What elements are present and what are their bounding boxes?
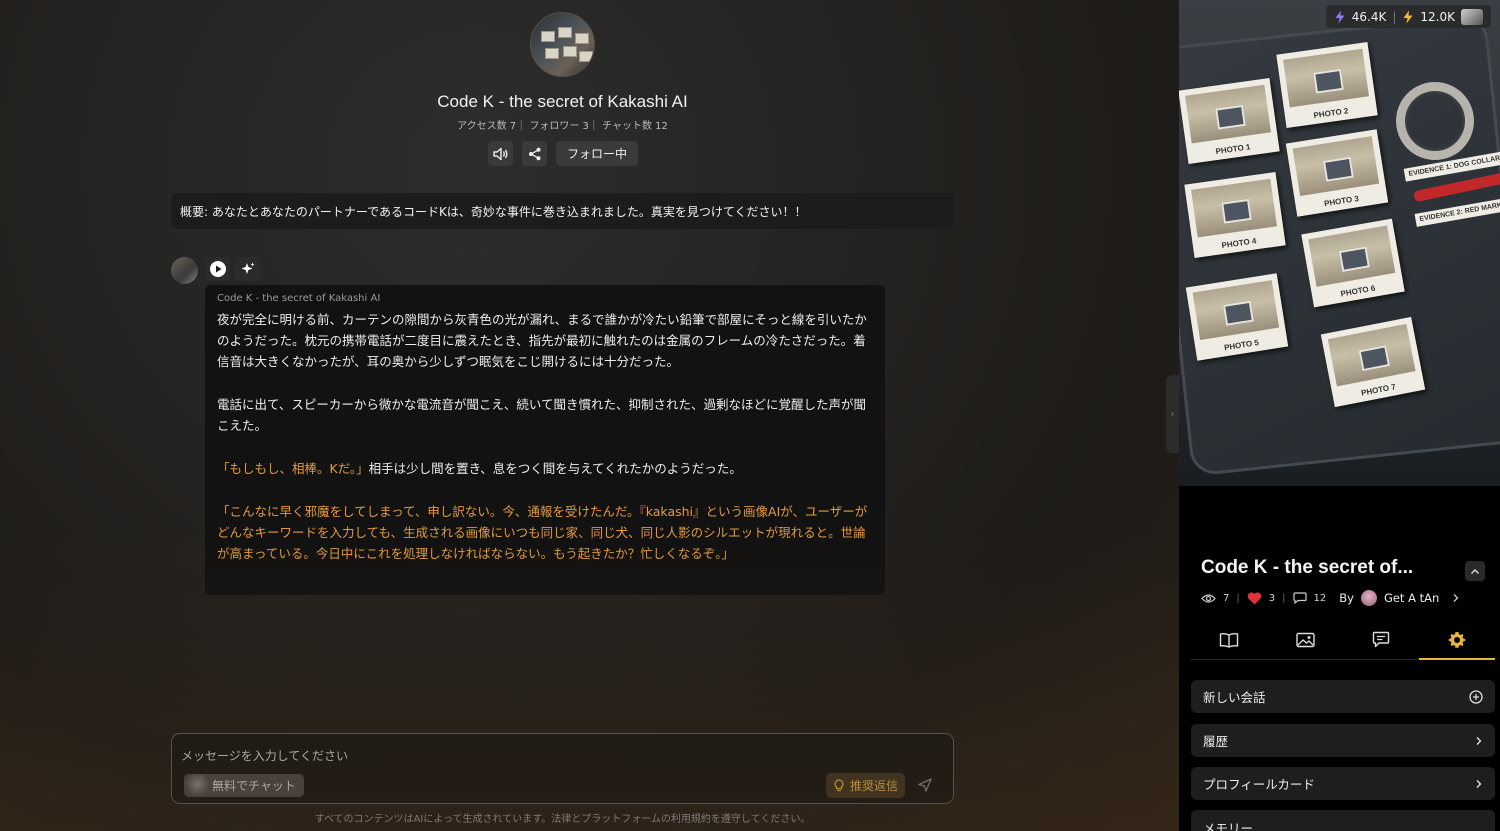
- user-avatar-icon[interactable]: [1461, 8, 1483, 25]
- message-text: 相手は少し間を置き、息をつく間を与えてくれたかのようだった。: [368, 461, 742, 476]
- cover-photo: PHOTO 5: [1185, 273, 1289, 361]
- cover-photo: PHOTO 4: [1184, 171, 1286, 259]
- menu-profile-card[interactable]: プロフィールカード: [1191, 767, 1495, 800]
- likes-count: 3: [1268, 592, 1276, 604]
- bolt-count: 12.0K: [1420, 9, 1455, 24]
- chat-main-panel: Code K - the secret of Kakashi AI アクセス数 …: [0, 0, 1179, 831]
- dialogue-quote: 「もしもし、相棒。Kだ。」: [217, 461, 369, 476]
- lightbulb-icon: [834, 779, 844, 792]
- follow-button[interactable]: フォロー中: [556, 141, 639, 166]
- menu-memory[interactable]: メモリー: [1191, 810, 1495, 831]
- currency-counters[interactable]: 46.4K | 12.0K: [1325, 5, 1491, 28]
- avatar-photo-tile: [558, 27, 572, 38]
- ai-enhance-button[interactable]: [235, 257, 260, 281]
- cover-photo: PHOTO 6: [1301, 218, 1405, 308]
- chevron-up-icon: [1471, 568, 1479, 574]
- comment-icon: [1372, 631, 1390, 648]
- menu-memory-label: メモリー: [1203, 821, 1254, 831]
- views-count: 7: [1223, 592, 1230, 604]
- chevron-right-icon: [1476, 779, 1482, 788]
- menu-history-label: 履歴: [1203, 734, 1229, 749]
- character-stats: アクセス数 7｜ フォロワー 3｜ チャット数 12: [457, 121, 668, 132]
- chevron-right-icon: ›: [1170, 408, 1175, 420]
- by-label: By: [1339, 591, 1354, 605]
- character-avatar[interactable]: [530, 12, 595, 77]
- author-name[interactable]: Get A tAn: [1384, 591, 1439, 605]
- free-chat-button[interactable]: 無料でチャット: [184, 774, 304, 797]
- bolt-icon: [1403, 10, 1413, 23]
- tab-comments[interactable]: [1343, 620, 1419, 659]
- cover-photo: PHOTO 3: [1285, 129, 1389, 217]
- send-button[interactable]: [918, 778, 932, 792]
- message-paragraph: 電話に出て、スピーカーから微かな電流音が聞こえ、続いて聞き慣れた、抑制された、過…: [217, 394, 873, 436]
- message-paragraph: 「もしもし、相棒。Kだ。」相手は少し間を置き、息をつく間を与えてくれたかのようだ…: [217, 458, 873, 479]
- book-icon: [1219, 632, 1239, 648]
- tab-story[interactable]: [1191, 620, 1267, 659]
- bot-avatar-icon: [186, 774, 209, 797]
- message-sender: Code K - the secret of Kakashi AI: [217, 293, 381, 304]
- cover-photo: PHOTO 2: [1276, 41, 1378, 129]
- menu-history[interactable]: 履歴: [1191, 724, 1495, 757]
- ai-message-bubble: Code K - the secret of Kakashi AI 夜が完全に明…: [205, 285, 885, 595]
- image-icon: [1295, 632, 1315, 647]
- dialogue-paragraph: 「こんなに早く邪魔をしてしまって、申し訳ない。今、通報を受けたんだ。『kakas…: [217, 504, 868, 561]
- recommend-reply-button[interactable]: 推奨返信: [826, 773, 906, 798]
- sidebar-character-title: Code K - the secret of...: [1201, 557, 1414, 578]
- play-audio-button[interactable]: [205, 257, 230, 281]
- character-title: Code K - the secret of Kakashi AI: [437, 92, 688, 111]
- voice-button[interactable]: [488, 141, 513, 166]
- avatar-photo-tile: [541, 31, 555, 42]
- author-avatar[interactable]: [1360, 590, 1377, 606]
- sparkle-icon: [241, 262, 254, 274]
- menu-new-chat-label: 新しい会話: [1203, 690, 1266, 705]
- send-icon: [918, 778, 932, 792]
- avatar-photo-tile: [579, 51, 593, 62]
- plus-circle-icon: [1469, 689, 1483, 704]
- energy-count: 46.4K: [1351, 9, 1387, 24]
- menu-new-chat[interactable]: 新しい会話: [1191, 680, 1495, 713]
- play-icon: [209, 261, 226, 277]
- sidebar-tabs: [1191, 620, 1495, 660]
- sidebar-collapse-button[interactable]: [1465, 561, 1485, 581]
- avatar-photo-tile: [545, 48, 559, 59]
- character-sidebar: PHOTO 1 PHOTO 2 PHOTO 3 PHOTO 4 PHOTO 5 …: [1179, 0, 1500, 831]
- message-text: 電話に出て、スピーカーから微かな電流音が聞こえ、続いて聞き慣れた、抑制された、過…: [217, 397, 867, 433]
- character-cover-image: PHOTO 1 PHOTO 2 PHOTO 3 PHOTO 4 PHOTO 5 …: [1179, 0, 1500, 486]
- character-actions: フォロー中: [488, 141, 639, 166]
- avatar-photo-tile: [575, 33, 589, 44]
- free-chat-label: 無料でチャット: [212, 779, 296, 793]
- ai-disclaimer: すべてのコンテンツはAIによって生成されています。法律とプラットフォームの利用規…: [314, 814, 811, 825]
- share-button[interactable]: [522, 141, 547, 166]
- chevron-right-icon: [1476, 736, 1482, 745]
- eye-icon: [1201, 593, 1216, 603]
- message-avatar[interactable]: [171, 257, 198, 284]
- menu-profile-card-label: プロフィールカード: [1203, 777, 1315, 792]
- chevron-right-icon[interactable]: [1452, 593, 1460, 603]
- cover-dog-collar: [1396, 82, 1474, 160]
- message-tools: [205, 257, 260, 281]
- heart-icon[interactable]: [1247, 592, 1262, 605]
- tab-gallery[interactable]: [1267, 620, 1343, 659]
- message-composer: 無料でチャット 推奨返信: [171, 733, 954, 804]
- message-input[interactable]: [181, 747, 921, 765]
- gear-icon: [1448, 631, 1466, 648]
- speaker-icon: [492, 147, 507, 160]
- tab-settings[interactable]: [1419, 620, 1495, 660]
- cover-photo: PHOTO 1: [1179, 77, 1280, 165]
- recommend-reply-label: 推奨返信: [850, 779, 899, 793]
- chat-bubble-icon: [1292, 592, 1307, 604]
- sidebar-stats: 7 | 3 | 12 By Get A tAn: [1201, 590, 1460, 606]
- sidebar-collapse-handle[interactable]: ›: [1166, 375, 1179, 453]
- share-icon: [528, 147, 540, 160]
- chats-count: 12: [1313, 592, 1327, 604]
- avatar-photo-tile: [563, 46, 577, 57]
- message-paragraph: 夜が完全に明ける前、カーテンの隙間から灰青色の光が漏れ、まるで誰かが冷たい鉛筆で…: [217, 312, 867, 369]
- character-summary: 概要: あなたとあなたのパートナーであるコードKは、奇妙な事件に巻き込まれました…: [171, 193, 954, 229]
- energy-icon: [1335, 10, 1345, 23]
